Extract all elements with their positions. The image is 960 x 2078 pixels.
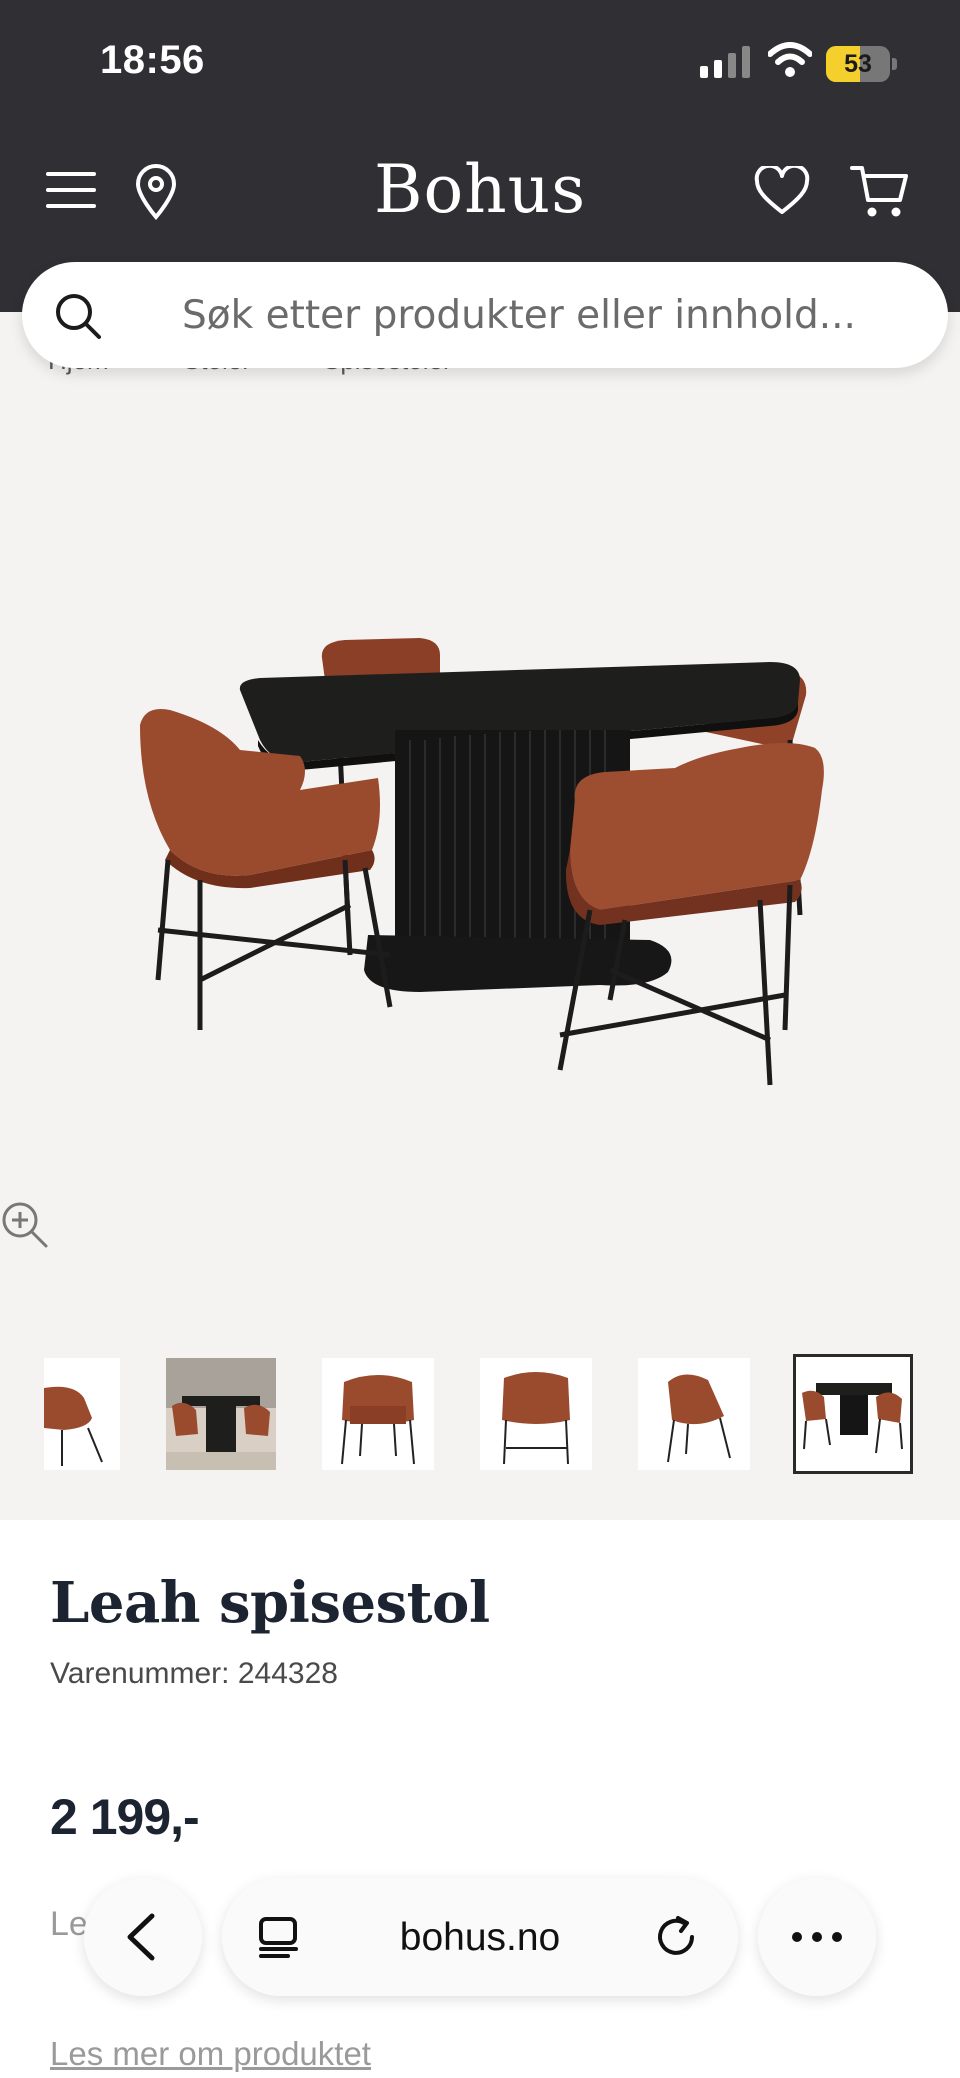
zoom-in-icon[interactable] [0, 1200, 50, 1250]
thumbnail-image[interactable] [638, 1358, 750, 1470]
wifi-icon [768, 42, 812, 77]
battery-level: 53 [844, 50, 872, 78]
thumbnail-image-selected[interactable] [793, 1354, 913, 1474]
reload-icon[interactable] [654, 1914, 700, 1960]
wishlist-heart-icon[interactable] [754, 166, 810, 216]
status-bar: 18:56 53 [0, 0, 960, 130]
browser-more-button[interactable] [758, 1878, 876, 1996]
chevron-left-icon [127, 1913, 155, 1961]
product-sku: Varenummer: 244328 [50, 1657, 338, 1690]
front-right-chair [557, 743, 824, 1086]
search-input[interactable] [182, 282, 902, 348]
cart-icon[interactable] [850, 164, 910, 220]
cellular-signal-icon [700, 46, 750, 78]
product-image-main[interactable] [0, 380, 960, 1300]
search-icon [56, 294, 101, 339]
product-photo [140, 638, 824, 1086]
search-bar[interactable] [22, 262, 948, 368]
read-more-link[interactable]: Les mer om produktet [50, 2035, 371, 2073]
browser-address-bar[interactable]: bohus.no [222, 1878, 738, 1996]
main-nav: Bohus [0, 150, 960, 230]
product-description: Le [50, 1905, 88, 1943]
product-title: Leah spisestol [50, 1570, 490, 1636]
brand-logo[interactable]: Bohus [0, 150, 960, 230]
thumbnail-image[interactable] [166, 1358, 276, 1470]
thumbnail-image[interactable] [44, 1358, 120, 1470]
product-price: 2 199,- [50, 1789, 200, 1845]
thumbnail-image[interactable] [480, 1358, 592, 1470]
status-time: 18:56 [100, 38, 205, 82]
browser-back-button[interactable] [84, 1878, 202, 1996]
thumbnail-image[interactable] [322, 1358, 434, 1470]
more-dots-icon [792, 1932, 842, 1942]
thumbnail-strip [0, 1350, 960, 1480]
battery-indicator: 53 [826, 46, 898, 82]
